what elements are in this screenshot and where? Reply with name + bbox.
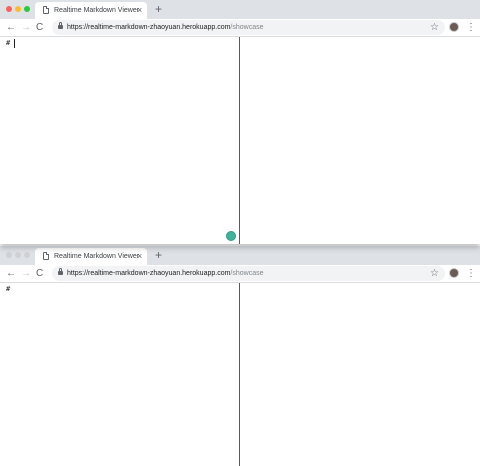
address-bar[interactable]: https://realtime-markdown-zhaoyuan.herok… [52,266,445,281]
browser-menu-icon[interactable]: ⋮ [466,19,476,36]
maximize-window-button[interactable] [24,6,30,12]
extension-icon[interactable] [226,231,236,241]
close-window-button[interactable] [6,6,12,12]
url-path: /showcase [230,270,264,277]
browser-window-top: Realtime Markdown Viewer × + ← → C https… [0,0,480,244]
url-host: https://realtime-markdown-zhaoyuan.herok… [67,24,231,31]
text-caret [14,39,15,48]
forward-button[interactable]: → [21,19,31,36]
address-bar[interactable]: https://realtime-markdown-zhaoyuan.herok… [52,20,445,35]
markdown-preview [240,37,480,244]
tab-title: Realtime Markdown Viewer [54,7,140,14]
close-tab-button[interactable]: × [137,5,142,16]
bookmark-star-icon[interactable]: ☆ [430,19,439,36]
page-content: # [0,283,480,466]
tab-strip: Realtime Markdown Viewer × + [0,246,480,265]
browser-toolbar: ← → C https://realtime-markdown-zhaoyuan… [0,265,480,283]
back-button[interactable]: ← [6,19,16,36]
forward-button[interactable]: → [21,265,31,282]
browser-toolbar: ← → C https://realtime-markdown-zhaoyuan… [0,19,480,37]
url-host: https://realtime-markdown-zhaoyuan.herok… [67,270,231,277]
markdown-preview [240,283,480,466]
maximize-window-button[interactable] [24,252,30,258]
lock-icon [58,22,63,29]
close-window-button[interactable] [6,252,12,258]
tab-strip: Realtime Markdown Viewer × + [0,0,480,19]
reload-button[interactable]: C [36,19,43,36]
new-tab-button[interactable]: + [155,2,162,17]
url-text: https://realtime-markdown-zhaoyuan.herok… [67,266,264,281]
markdown-editor[interactable]: # [0,283,239,466]
url-path: /showcase [230,24,264,31]
reload-button[interactable]: C [36,265,43,282]
page-icon [43,6,49,14]
new-tab-button[interactable]: + [155,248,162,263]
browser-window-bottom: Realtime Markdown Viewer × + ← → C https… [0,246,480,466]
minimize-window-button[interactable] [15,6,21,12]
page-icon [43,252,49,260]
editor-text: # [6,285,11,293]
markdown-editor[interactable]: # [0,37,239,244]
profile-avatar[interactable] [449,22,459,32]
minimize-window-button[interactable] [15,252,21,258]
tab-realtime-markdown-viewer[interactable]: Realtime Markdown Viewer × [35,2,147,19]
tab-title: Realtime Markdown Viewer [54,253,140,260]
browser-menu-icon[interactable]: ⋮ [466,265,476,282]
url-text: https://realtime-markdown-zhaoyuan.herok… [67,20,264,35]
close-tab-button[interactable]: × [137,251,142,262]
back-button[interactable]: ← [6,265,16,282]
bookmark-star-icon[interactable]: ☆ [430,265,439,282]
page-content: # [0,37,480,244]
editor-text: # [6,39,11,47]
tab-realtime-markdown-viewer[interactable]: Realtime Markdown Viewer × [35,248,147,265]
profile-avatar[interactable] [449,268,459,278]
lock-icon [58,268,63,275]
